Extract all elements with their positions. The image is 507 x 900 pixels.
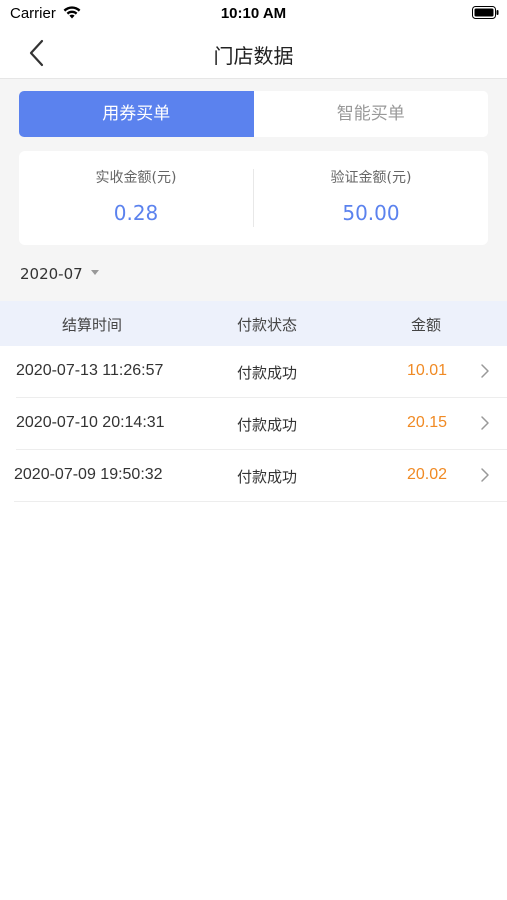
tab-coupon-payment[interactable]: 用券买单 [19,91,254,137]
status-bar: Carrier 10:10 AM [0,0,507,28]
summary-area: 用券买单 智能买单 实收金额(元) 0.28 验证金额(元) 50.00 202… [0,79,507,301]
verified-amount-value: 50.00 [342,201,400,225]
table-row[interactable]: 2020-07-13 11:26:57 付款成功 10.01 [16,346,507,398]
received-amount-block: 实收金额(元) 0.28 [19,151,253,245]
header-settlement-time: 结算时间 [62,316,123,334]
caret-down-icon [90,270,99,275]
row-time: 2020-07-09 19:50:32 [14,466,163,483]
row-amount: 20.02 [406,466,447,483]
received-amount-label: 实收金额(元) [95,170,177,186]
header-payment-status: 付款状态 [237,316,298,334]
verified-amount-label: 验证金额(元) [330,170,412,186]
chevron-right-icon [481,364,489,378]
navigation-bar: 门店数据 [0,28,507,79]
table-row[interactable]: 2020-07-09 19:50:32 付款成功 20.02 [14,450,507,502]
verified-amount-block: 验证金额(元) 50.00 [254,151,488,245]
table-row[interactable]: 2020-07-10 20:14:31 付款成功 20.15 [16,398,507,450]
received-amount-value: 0.28 [113,201,159,225]
transaction-list: 2020-07-13 11:26:57 付款成功 10.01 2020-07-1… [0,346,507,502]
month-selector-value: 2020-07 [20,265,83,283]
page-title: 门店数据 [213,44,294,68]
row-time: 2020-07-10 20:14:31 [16,414,165,431]
tab-smart-payment[interactable]: 智能买单 [253,91,488,137]
summary-card: 实收金额(元) 0.28 验证金额(元) 50.00 [19,151,488,245]
row-amount: 10.01 [406,362,447,379]
payment-type-tabs: 用券买单 智能买单 [19,91,488,137]
battery-icon [472,6,499,19]
row-status: 付款成功 [237,468,298,486]
table-header: 结算时间 付款状态 金额 [0,301,507,346]
chevron-right-icon [481,468,489,482]
row-status: 付款成功 [237,416,298,434]
chevron-right-icon [481,416,489,430]
row-status: 付款成功 [237,364,298,382]
clock: 10:10 AM [220,5,287,22]
header-amount: 金额 [411,316,442,334]
row-time: 2020-07-13 11:26:57 [16,362,164,379]
row-amount: 20.15 [406,414,447,431]
month-selector[interactable]: 2020-07 [20,265,99,283]
